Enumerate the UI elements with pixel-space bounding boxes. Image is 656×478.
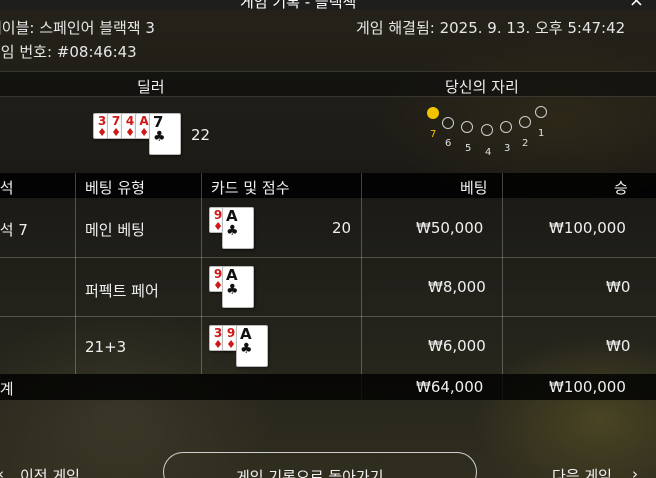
seat-num-4: 4 xyxy=(485,147,492,158)
player-card: A ♣ xyxy=(222,207,254,249)
col-divider xyxy=(502,173,503,400)
seat-dot-4 xyxy=(481,124,493,136)
close-icon[interactable]: × xyxy=(629,0,644,10)
seat-dot-7 xyxy=(427,107,439,119)
section-header: 딜러 당신의 자리 xyxy=(0,71,656,97)
col-divider xyxy=(75,173,76,374)
seat-num-1: 1 xyxy=(538,128,545,139)
seat-num-7: 7 xyxy=(430,129,437,140)
seat-dot-2 xyxy=(519,116,531,128)
seat-dot-3 xyxy=(500,121,512,133)
total-win: ₩100,000 xyxy=(549,378,626,396)
chevron-right-icon: › xyxy=(632,465,638,478)
prev-game-label: 이전 게임 xyxy=(20,467,80,478)
col-seat: 좌석 xyxy=(0,179,14,197)
col-cards-score: 카드 및 점수 xyxy=(211,179,290,197)
row-win: ₩0 xyxy=(606,337,631,355)
seat-dot-6 xyxy=(442,117,454,129)
row-bet-type: 퍼펙트 페어 xyxy=(85,282,159,300)
player-card: A ♣ xyxy=(236,325,268,367)
col-bet: 베팅 xyxy=(460,179,488,197)
bets-table-header: 좌석 베팅 유형 카드 및 점수 베팅 승 xyxy=(0,173,656,198)
row-bet: ₩8,000 xyxy=(428,278,486,296)
game-number: 게임 번호: #08:46:43 xyxy=(0,43,137,61)
row-divider xyxy=(0,316,656,317)
row-bet: ₩6,000 xyxy=(428,337,486,355)
back-to-history-button[interactable]: 게임 기록으로 돌아가기 xyxy=(163,452,477,478)
dealer-card: 7 ♣ xyxy=(149,113,181,155)
seat-num-3: 3 xyxy=(504,143,511,154)
back-to-history-label: 게임 기록으로 돌아가기 xyxy=(236,468,384,478)
row-win: ₩100,000 xyxy=(549,219,626,237)
next-game-label: 다음 게임 xyxy=(552,467,612,478)
col-win: 승 xyxy=(614,179,628,197)
row-bet-type: 21+3 xyxy=(85,338,127,356)
col-divider xyxy=(361,173,362,400)
your-seat-heading: 당신의 자리 xyxy=(445,78,519,96)
dealer-score: 22 xyxy=(191,126,211,144)
row-seat: 좌석 7 xyxy=(0,221,28,239)
col-bet-type: 베팅 유형 xyxy=(85,179,145,197)
chevron-left-icon: ‹ xyxy=(0,465,4,478)
resolved-time: 게임 해결됨: 2025. 9. 13. 오후 5:47:42 xyxy=(356,19,626,37)
total-row: 합계 ₩64,000 ₩100,000 xyxy=(0,374,656,400)
row-divider xyxy=(0,257,656,258)
seat-dot-1 xyxy=(535,106,547,118)
seat-dot-5 xyxy=(461,121,473,133)
col-divider xyxy=(201,173,202,374)
dealer-heading: 딜러 xyxy=(137,78,165,96)
modal-title: 게임 기록 - 블랙잭 xyxy=(240,0,357,10)
modal-title-bar: 게임 기록 - 블랙잭 × xyxy=(0,0,656,10)
row-win: ₩0 xyxy=(606,278,631,296)
table-label: 테이블: 스페인어 블랙잭 3 xyxy=(0,19,155,37)
seat-num-2: 2 xyxy=(522,138,529,149)
row-score: 20 xyxy=(332,219,352,237)
total-bet: ₩64,000 xyxy=(416,378,484,396)
player-card: A ♣ xyxy=(222,266,254,308)
row-bet-type: 메인 베팅 xyxy=(85,221,145,239)
row-bet: ₩50,000 xyxy=(416,219,484,237)
seat-num-5: 5 xyxy=(465,143,472,154)
seat-num-6: 6 xyxy=(445,138,452,149)
total-label: 합계 xyxy=(0,380,14,398)
